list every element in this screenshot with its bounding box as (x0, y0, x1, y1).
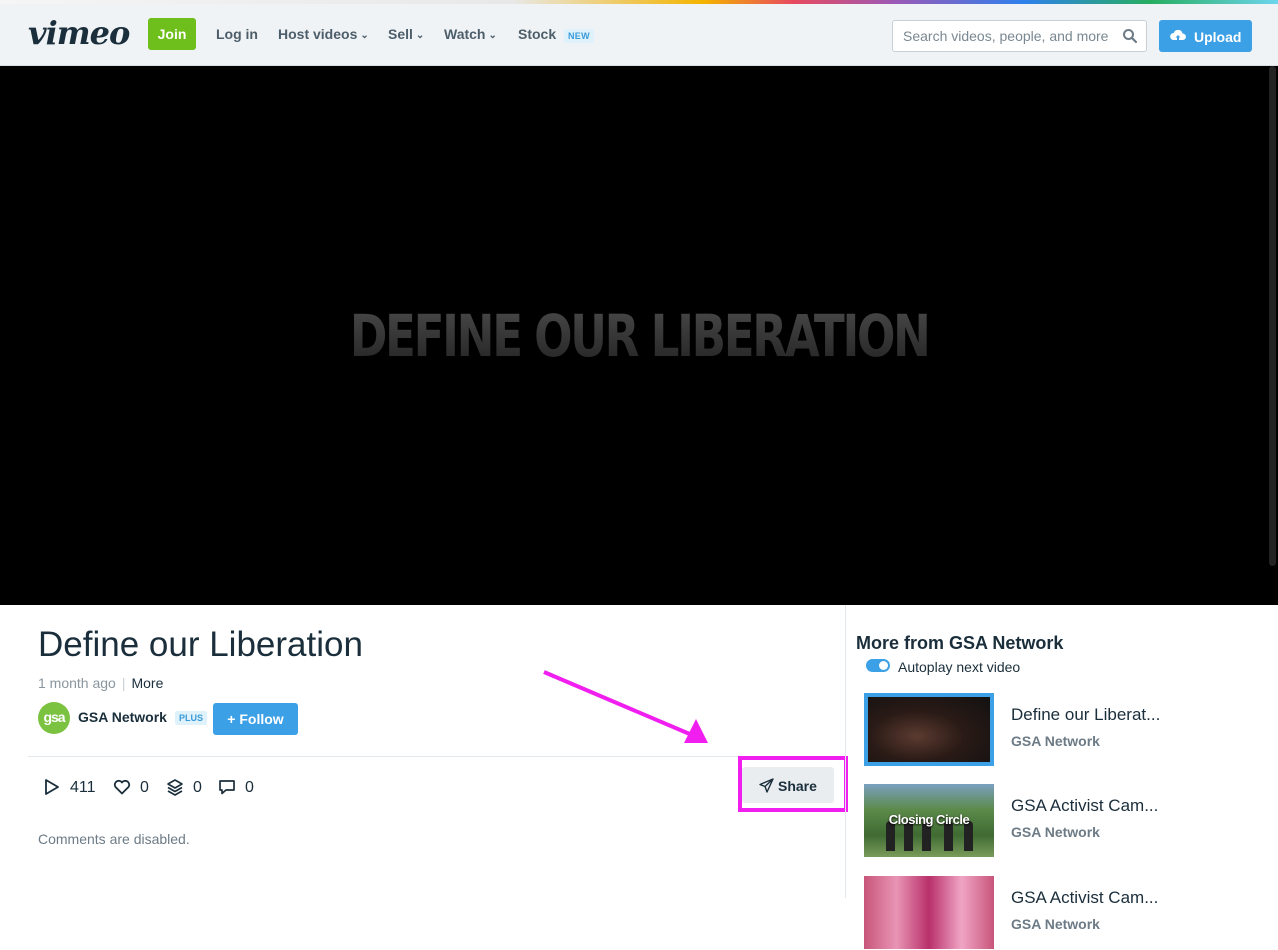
plus-badge: PLUS (175, 711, 208, 725)
nav-stock[interactable]: Stock (518, 26, 556, 42)
top-navigation-bar: vimeo Join Log in Host videos ⌄ Sell ⌄ Wat… (0, 4, 1278, 66)
chevron-down-icon: ⌄ (488, 30, 497, 41)
related-videos-sidebar: More from GSA Network Autoplay next vide… (845, 605, 1278, 949)
related-video-title[interactable]: GSA Activist Cam... (1011, 888, 1158, 908)
related-video-item[interactable]: Define our Liberat... GSA Network (864, 693, 1274, 767)
comment-icon (219, 780, 235, 795)
channel-name[interactable]: GSA Network (78, 709, 167, 725)
cloud-upload-icon (1170, 29, 1186, 40)
nav-watch[interactable]: Watch ⌄ (444, 26, 497, 42)
chevron-down-icon: ⌄ (360, 30, 369, 41)
related-video-channel[interactable]: GSA Network (1011, 733, 1100, 749)
video-thumbnail[interactable]: Closing Circle (864, 784, 994, 857)
channel-avatar[interactable]: gsa (38, 702, 70, 734)
sidebar-title: More from GSA Network (856, 633, 1064, 653)
related-video-channel[interactable]: GSA Network (1011, 916, 1100, 932)
heart-icon (113, 779, 131, 795)
related-video-channel[interactable]: GSA Network (1011, 824, 1100, 840)
video-title: Define our Liberation (38, 625, 363, 664)
play-icon (45, 779, 59, 795)
thumbnail-caption: Closing Circle (888, 812, 970, 827)
page-scrollbar[interactable] (1269, 66, 1276, 566)
search-input[interactable] (903, 27, 1115, 45)
new-badge: NEW (564, 29, 594, 43)
autoplay-toggle[interactable] (866, 659, 890, 672)
more-link[interactable]: More (131, 675, 163, 691)
chevron-down-icon: ⌄ (415, 30, 425, 41)
layers-icon (167, 779, 183, 796)
video-thumbnail[interactable] (864, 876, 994, 949)
meta-separator: | (121, 675, 126, 691)
search-icon[interactable] (1122, 28, 1138, 44)
follow-button[interactable]: + Follow (213, 703, 298, 735)
related-video-title[interactable]: Define our Liberat... (1011, 705, 1160, 725)
annotation-highlight-box (738, 756, 848, 812)
search-box[interactable] (892, 20, 1147, 52)
nav-host-videos[interactable]: Host videos ⌄ (278, 26, 369, 42)
video-player[interactable]: DEFINE OUR LIBERATION (0, 66, 1278, 605)
annotation-arrow (543, 670, 708, 743)
related-video-item[interactable]: GSA Activist Cam... GSA Network (864, 876, 1274, 950)
related-video-title[interactable]: GSA Activist Cam... (1011, 796, 1158, 816)
comments-disabled-note: Comments are disabled. (38, 831, 190, 847)
autoplay-label: Autoplay next video (898, 659, 1021, 675)
nav-log-in[interactable]: Log in (216, 26, 258, 42)
vimeo-logo[interactable]: vimeo (28, 14, 130, 52)
join-button[interactable]: Join (148, 18, 196, 50)
video-details: Define our Liberation 1 month ago | More g… (0, 605, 848, 898)
video-thumbnail[interactable] (864, 693, 994, 766)
nav-sell[interactable]: Sell ⌄ (388, 26, 424, 42)
video-meta: 1 month ago | More (38, 675, 163, 691)
divider (28, 756, 845, 757)
upload-button[interactable]: Upload (1159, 20, 1252, 52)
upload-age: 1 month ago (38, 675, 116, 691)
video-frame-title: DEFINE OUR LIBERATION (141, 302, 1138, 370)
related-video-item[interactable]: Closing Circle GSA Activist Cam... GSA N… (864, 784, 1274, 858)
